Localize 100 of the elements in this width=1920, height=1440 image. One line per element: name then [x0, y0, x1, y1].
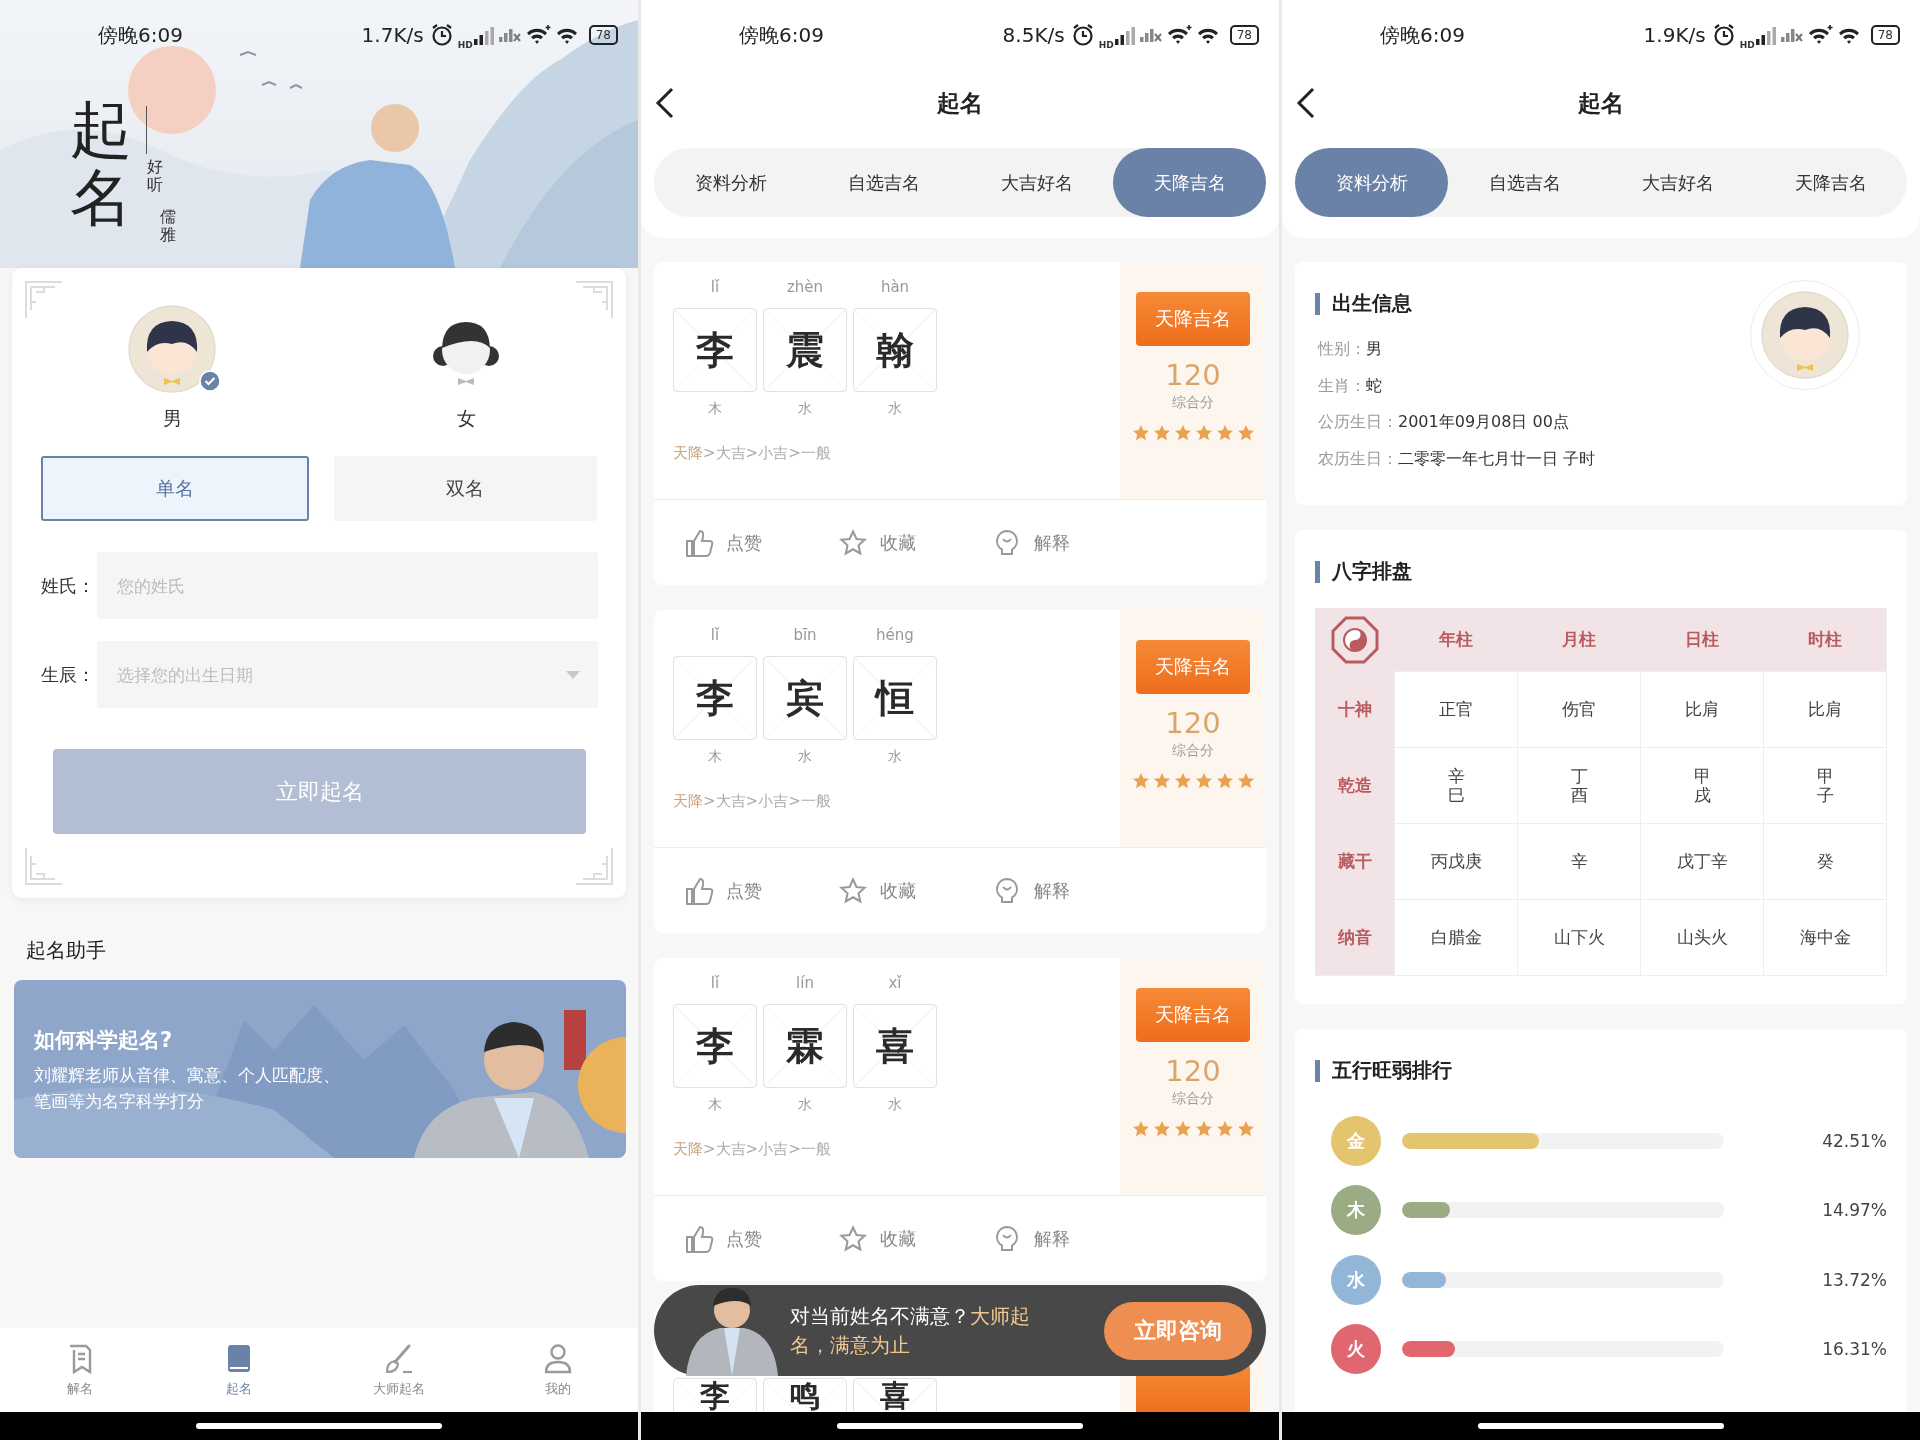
pinyin-label: xǐ: [888, 974, 902, 994]
tab[interactable]: 资料分析: [1295, 148, 1448, 217]
table-cell: 比肩: [1685, 698, 1719, 721]
score-value: 120: [1165, 358, 1221, 392]
back-icon[interactable]: [655, 87, 675, 119]
tab-bar-item[interactable]: 大师起名: [319, 1328, 479, 1412]
consult-button[interactable]: 立即咨询: [1104, 1301, 1252, 1360]
yin-yang-icon: [1330, 615, 1379, 664]
date-picker-field[interactable]: 选择您的出生日期: [97, 641, 598, 708]
title-accent-bar: [1315, 560, 1320, 583]
table-cell: 甲子: [1816, 766, 1834, 805]
action-button[interactable]: 点赞: [684, 1223, 838, 1254]
tab[interactable]: 自选吉名: [807, 148, 960, 217]
gender-option[interactable]: 男: [72, 304, 272, 432]
table-cell: 丁酉: [1570, 766, 1588, 805]
caret-icon: [566, 671, 580, 679]
corner-ornament: [24, 280, 64, 320]
star-icon: [1236, 772, 1255, 790]
table-cell: 辛巳: [1447, 766, 1465, 805]
section-title: 八字排盘: [1332, 558, 1412, 585]
star-icon: [838, 1223, 868, 1254]
action-button[interactable]: 点赞: [684, 875, 838, 906]
no-signal-icon: [1139, 28, 1162, 42]
check-badge-icon: [199, 370, 221, 392]
element-badge: 水: [1331, 1254, 1381, 1305]
name-type-button[interactable]: 双名: [333, 456, 597, 521]
star-icon: [1152, 424, 1171, 442]
tab[interactable]: 大吉好名: [960, 148, 1113, 217]
battery-indicator: 78: [1870, 25, 1900, 45]
table-cell: 山头火: [1676, 926, 1728, 949]
ranking-text: 天降>大吉>小吉>一般: [673, 444, 832, 463]
ranking-text: 天降>大吉>小吉>一般: [673, 1140, 832, 1159]
tab[interactable]: 自选吉名: [1448, 148, 1601, 217]
action-button[interactable]: 解释: [992, 1223, 1146, 1254]
action-button[interactable]: 解释: [992, 527, 1146, 558]
hero-tagline: 儒雅: [160, 208, 176, 244]
tab[interactable]: 天降吉名: [1754, 148, 1907, 217]
action-button[interactable]: 收藏: [838, 527, 992, 558]
thumbs-up-icon: [684, 875, 714, 906]
action-button[interactable]: 收藏: [838, 875, 992, 906]
pinyin-label: héng: [876, 626, 914, 646]
ranking-text: 天降>大吉>小吉>一般: [673, 792, 832, 811]
gender-option[interactable]: 女: [366, 304, 566, 432]
thumbs-up-icon: [684, 527, 714, 558]
tab-bar-item[interactable]: 我的: [478, 1328, 638, 1412]
thumbs-up-icon: [684, 1223, 714, 1254]
back-icon[interactable]: [1296, 87, 1316, 119]
name-tag: 天降吉名: [1136, 640, 1250, 694]
corner-ornament: [574, 846, 614, 886]
tab-bar-item[interactable]: 解名: [0, 1328, 160, 1412]
home-indicator[interactable]: [1478, 1423, 1724, 1429]
signal-icon: [1113, 24, 1136, 46]
network-type-label: HD: [457, 40, 473, 50]
action-button[interactable]: 点赞: [684, 527, 838, 558]
star-icon: [1236, 1120, 1255, 1138]
row-header: 藏干: [1315, 823, 1394, 899]
home-indicator[interactable]: [837, 1423, 1083, 1429]
element-badge: 金: [1331, 1115, 1381, 1166]
network-type-label: HD: [1739, 40, 1755, 50]
element-label: 水: [798, 1096, 812, 1114]
tab[interactable]: 资料分析: [654, 148, 807, 217]
page-title: 起名: [937, 88, 983, 118]
pinyin-label: zhèn: [786, 278, 824, 298]
character-box: 恒: [853, 656, 937, 740]
element-label: 木: [708, 748, 722, 766]
info-row-text: 农历生日：二零零一年七月廿一日 子时: [1317, 447, 1597, 470]
character-box: 霖: [763, 1004, 847, 1088]
input-field[interactable]: 您的姓氏: [97, 552, 598, 619]
element-label: 水: [888, 748, 902, 766]
home-indicator[interactable]: [196, 1423, 442, 1429]
character-box: 李: [673, 656, 757, 740]
alarm-icon: [429, 23, 454, 47]
table-cell: 白腊金: [1430, 926, 1482, 949]
battery-indicator: 78: [588, 25, 618, 45]
network-speed: 1.7K/s: [361, 23, 424, 47]
promo-text: 对当前姓名不满意？大师起名，满意为止: [790, 1302, 1031, 1359]
character-box: 宾: [763, 656, 847, 740]
table-cell: 伤官: [1562, 698, 1596, 721]
action-button[interactable]: 收藏: [838, 1223, 992, 1254]
character-box: 李: [673, 1004, 757, 1088]
no-signal-icon: [1780, 28, 1803, 42]
table-cell: 正官: [1439, 698, 1473, 721]
name-type-button[interactable]: 单名: [41, 456, 309, 521]
row-header: 十神: [1315, 671, 1394, 747]
table-cell: 山下火: [1553, 926, 1605, 949]
network-speed: 1.9K/s: [1643, 23, 1706, 47]
wifi-icon: [1806, 24, 1833, 46]
name-tag: 天降吉名: [1136, 988, 1250, 1042]
wifi-icon: [524, 24, 551, 46]
action-button[interactable]: 解释: [992, 875, 1146, 906]
star-icon: [1131, 424, 1150, 442]
tab-bar-item[interactable]: 起名: [159, 1328, 319, 1412]
star-icon: [1194, 772, 1213, 790]
tab[interactable]: 天降吉名: [1113, 148, 1266, 217]
tab[interactable]: 大吉好名: [1601, 148, 1754, 217]
signal-icon: [1754, 24, 1777, 46]
star-icon: [1215, 424, 1234, 442]
element-label: 木: [708, 400, 722, 418]
element-badge: 火: [1331, 1324, 1381, 1375]
promo-banner[interactable]: 如何科学起名? 刘耀辉老师从音律、寓意、个人匹配度、笔画等为名字科学打分: [14, 980, 626, 1158]
